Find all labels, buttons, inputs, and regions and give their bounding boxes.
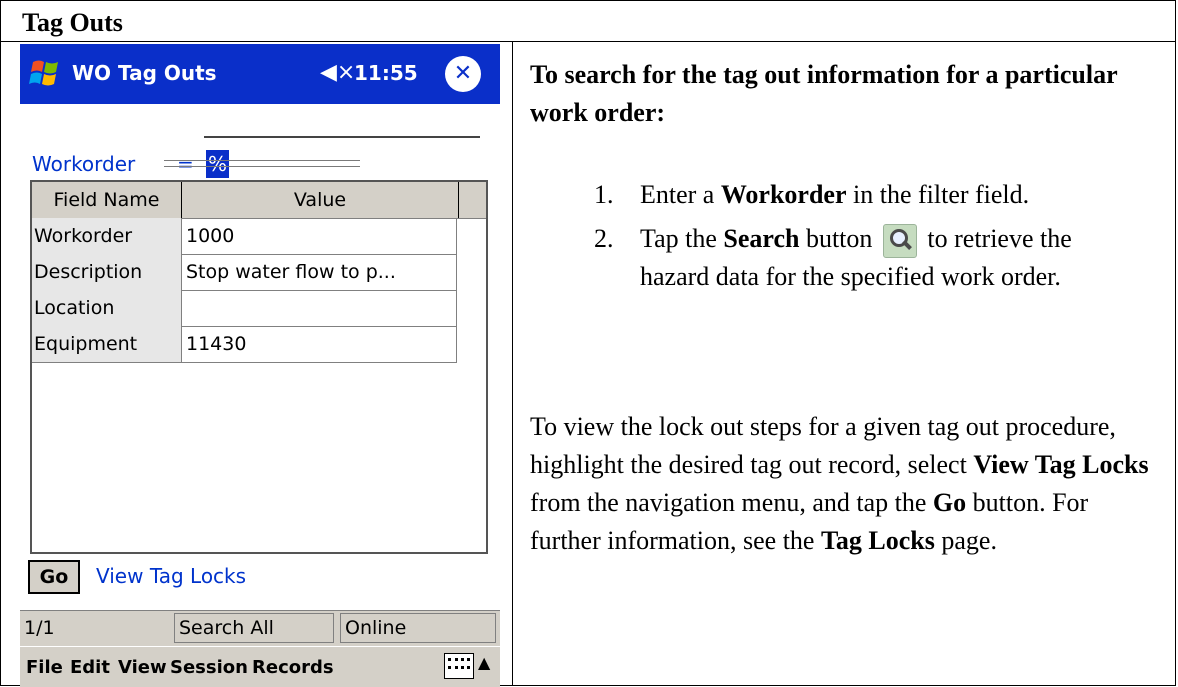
- menu-edit[interactable]: Edit: [70, 657, 110, 678]
- menu-bar: File Edit View Session Records ▲: [20, 646, 500, 687]
- menu-records[interactable]: Records: [252, 657, 334, 678]
- row-field-name: Location: [32, 290, 182, 326]
- search-icon: [882, 224, 917, 259]
- filter-operator[interactable]: =: [177, 152, 194, 176]
- column-header-field-name[interactable]: Field Name: [32, 182, 182, 218]
- row-value[interactable]: 11430: [182, 326, 457, 362]
- row-value[interactable]: Stop water flow to p...: [182, 254, 457, 290]
- list-item: 1. Enter a Workorder in the filter field…: [594, 176, 1134, 214]
- step-text: in the filter field.: [846, 180, 1030, 209]
- row-field-name: Description: [32, 254, 182, 290]
- title-bar: WO Tag Outs ◀× 11:55 ✕: [20, 44, 500, 104]
- para-text: page.: [934, 526, 997, 555]
- step-keyword: Workorder: [720, 180, 847, 209]
- connection-mode-field[interactable]: Online: [340, 613, 496, 643]
- go-button[interactable]: Go: [28, 560, 80, 594]
- table-row[interactable]: Workorder 1000: [32, 218, 457, 255]
- record-page-indicator: 1/1: [24, 617, 55, 639]
- search-scope-field[interactable]: Search All: [174, 613, 334, 643]
- menu-view[interactable]: View: [118, 657, 167, 678]
- step-text: Tap the: [640, 224, 724, 253]
- step-text: Enter a: [640, 180, 721, 209]
- column-header-value[interactable]: Value: [182, 182, 459, 218]
- row-value[interactable]: [182, 290, 457, 326]
- field-value-grid[interactable]: Field Name Value Workorder 1000 Descript…: [30, 180, 488, 554]
- steps-list: 1. Enter a Workorder in the filter field…: [594, 176, 1134, 302]
- speaker-muted-icon[interactable]: ◀×: [320, 60, 355, 85]
- table-row[interactable]: Description Stop water flow to p...: [32, 254, 457, 291]
- column-header-blank: [459, 182, 486, 218]
- filter-field-label[interactable]: Workorder: [32, 152, 135, 176]
- workorder-filter-input[interactable]: %: [206, 150, 230, 178]
- row-value[interactable]: 1000: [182, 218, 457, 254]
- windows-start-icon[interactable]: [27, 56, 63, 90]
- close-button[interactable]: ✕: [445, 56, 481, 92]
- splitter-line-2: [164, 166, 360, 167]
- para-keyword: Go: [932, 488, 967, 517]
- keyboard-icon[interactable]: [444, 653, 474, 679]
- row-field-name: Equipment: [32, 326, 182, 362]
- para-keyword: View Tag Locks: [973, 450, 1149, 479]
- document-header-row: Tag Outs: [0, 0, 1176, 42]
- lock-steps-paragraph: To view the lock out steps for a given t…: [530, 408, 1150, 560]
- instructions: To search for the tag out information fo…: [530, 56, 1160, 555]
- menu-session[interactable]: Session: [170, 657, 248, 678]
- para-keyword: Tag Locks: [820, 526, 935, 555]
- clock-time[interactable]: 11:55: [354, 61, 418, 85]
- status-bar: 1/1 Search All Online: [20, 610, 500, 647]
- input-panel-arrow-icon[interactable]: ▲: [478, 653, 490, 672]
- grid-header: Field Name Value: [32, 182, 486, 219]
- column-divider: [512, 42, 513, 686]
- step-number: 2.: [594, 224, 614, 253]
- step-text: button: [799, 224, 879, 253]
- menu-file[interactable]: File: [26, 657, 63, 678]
- list-item: 2. Tap the Search button to retrieve the…: [594, 220, 1134, 296]
- step-number: 1.: [594, 180, 614, 209]
- step-keyword: Search: [723, 224, 800, 253]
- table-row[interactable]: Location: [32, 290, 457, 327]
- app-title: WO Tag Outs: [72, 61, 217, 85]
- pda-screen: WO Tag Outs ◀× 11:55 ✕ Workorder = % Fie…: [20, 44, 500, 686]
- close-icon: ✕: [453, 61, 473, 86]
- navigation-menu-select[interactable]: View Tag Locks: [96, 564, 246, 588]
- filter-divider-line: [204, 136, 480, 138]
- instructions-heading: To search for the tag out information fo…: [530, 60, 1118, 127]
- row-field-name: Workorder: [32, 218, 182, 254]
- splitter-line[interactable]: [164, 160, 360, 161]
- table-row[interactable]: Equipment 11430: [32, 326, 457, 363]
- section-title: Tag Outs: [22, 8, 123, 37]
- para-text: from the navigation menu, and tap the: [530, 488, 933, 517]
